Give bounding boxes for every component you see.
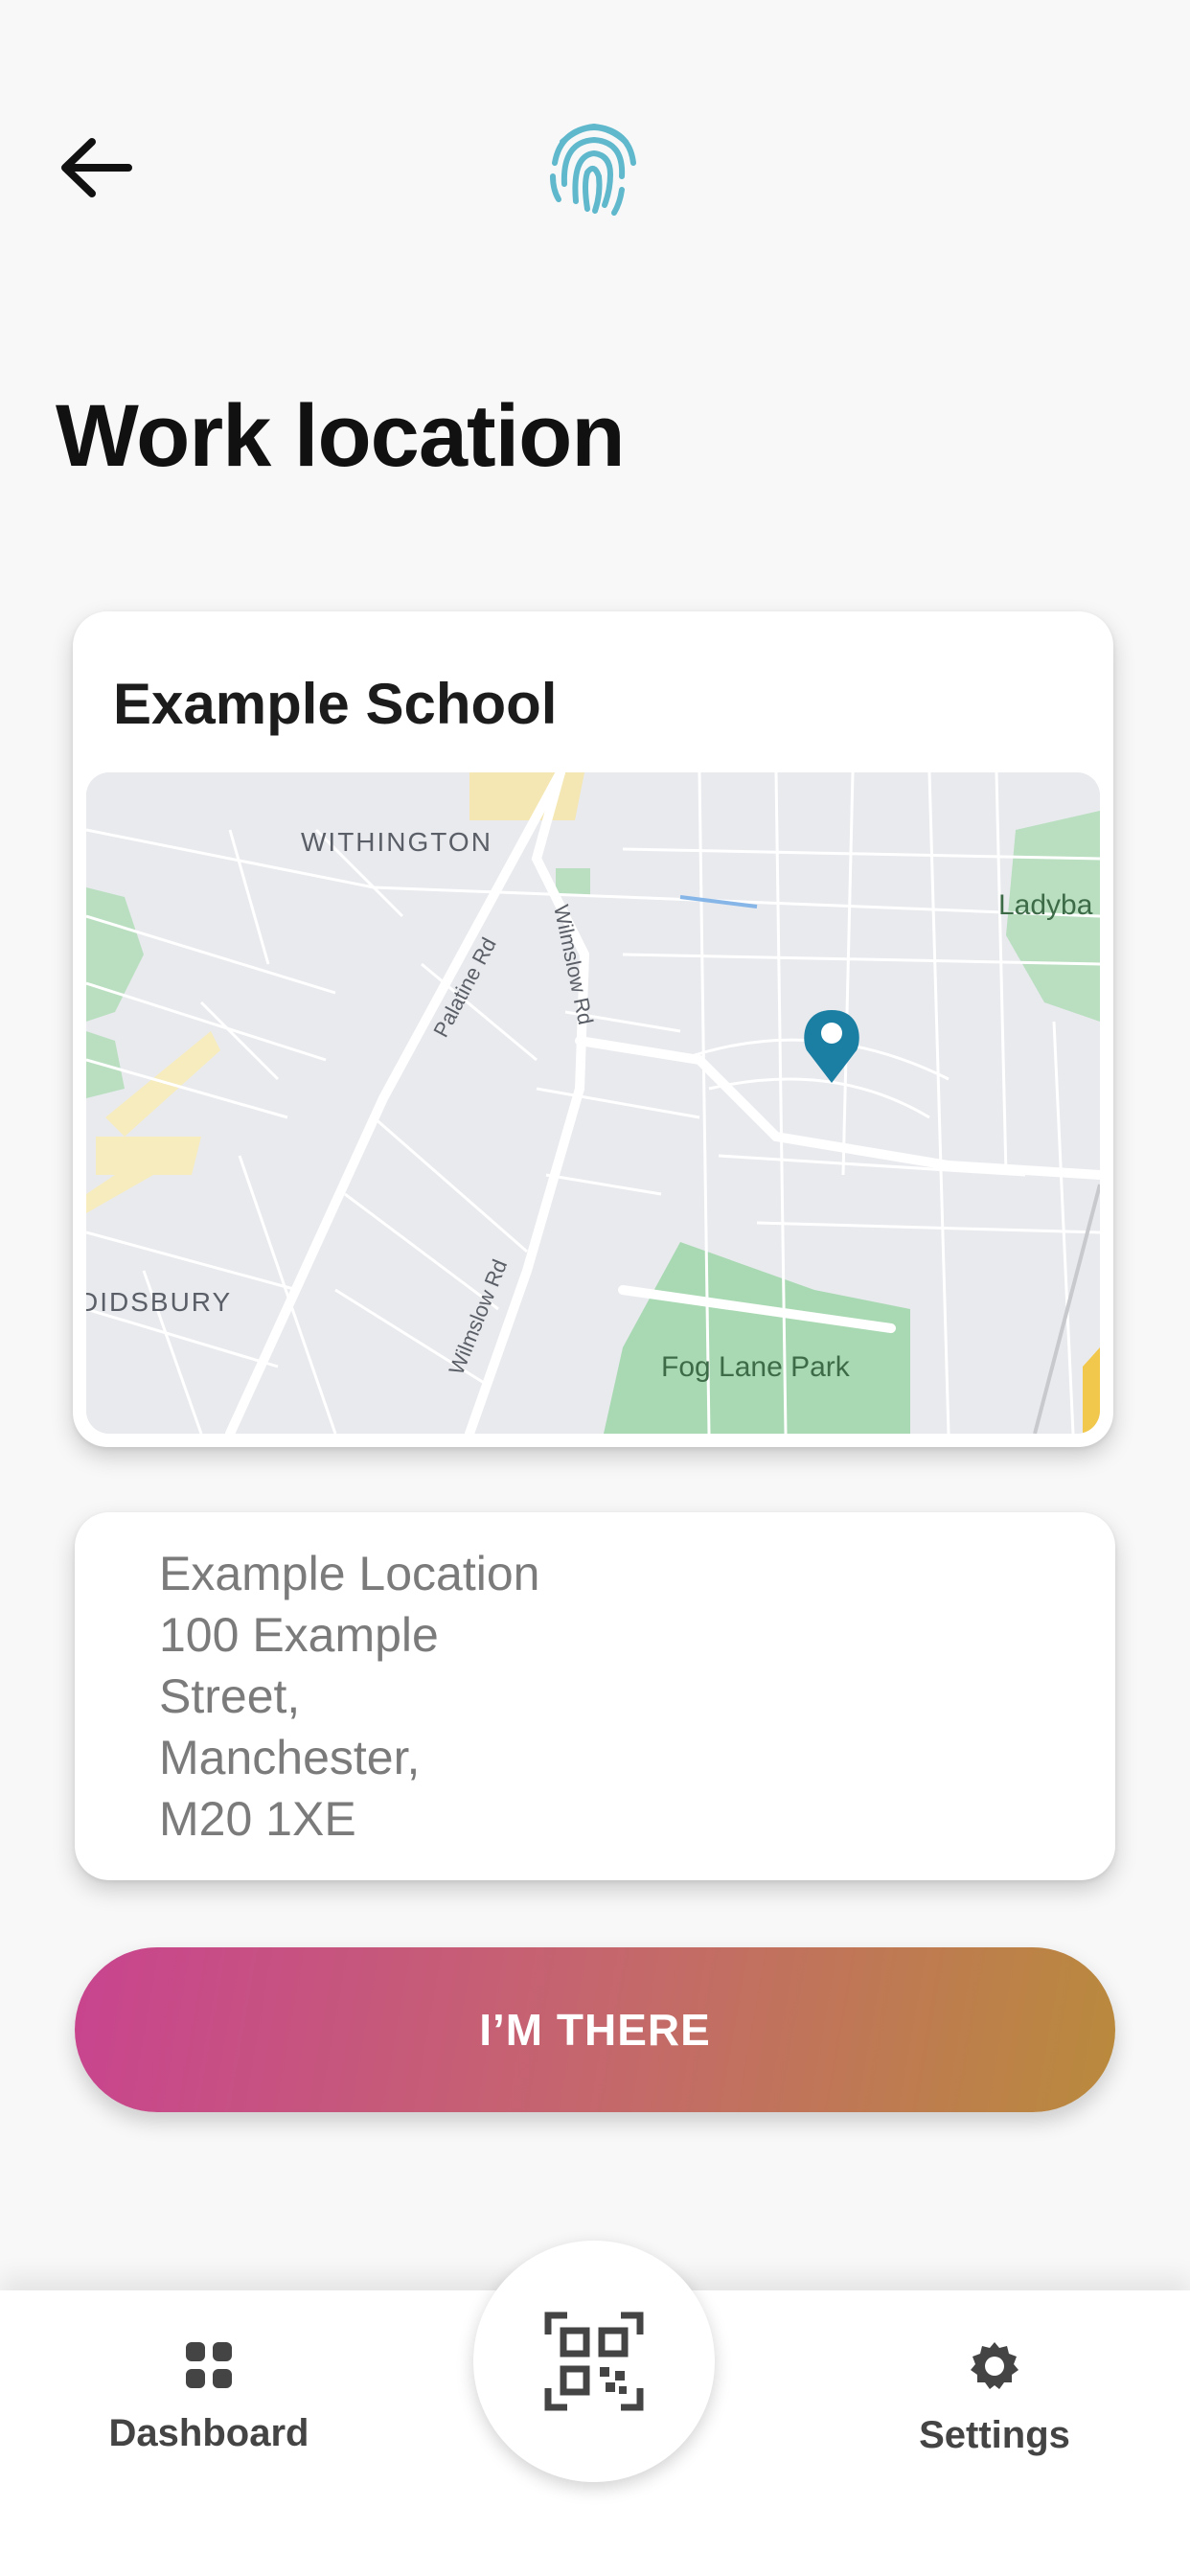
page-title: Work location (56, 387, 626, 485)
address-text: Example Location 100 Example Street, Man… (159, 1543, 539, 1850)
tab-settings[interactable]: Settings (870, 2340, 1119, 2457)
address-line: Manchester, (159, 1731, 421, 1784)
arrow-left-icon (61, 138, 132, 197)
dashboard-icon (186, 2342, 232, 2388)
back-button[interactable] (57, 125, 163, 211)
map-label: DIDSBURY (86, 1287, 232, 1317)
tab-dashboard[interactable]: Dashboard (84, 2340, 333, 2455)
address-line: Street, (159, 1669, 301, 1723)
qr-scan-button[interactable] (473, 2241, 715, 2482)
address-line: 100 Example (159, 1608, 439, 1662)
address-card: Example Location 100 Example Street, Man… (75, 1512, 1115, 1880)
im-there-label: I’M THERE (479, 2005, 711, 2055)
location-card: Example School WITHINGTON DIDSBURY Palat… (73, 611, 1113, 1447)
map-label: WITHINGTON (301, 827, 492, 857)
location-map[interactable]: WITHINGTON DIDSBURY Palatine Rd Wilmslow… (86, 772, 1100, 1434)
map-label: Fog Lane Park (661, 1351, 851, 1383)
address-line: M20 1XE (159, 1792, 356, 1846)
qr-scan-icon (544, 2312, 644, 2411)
fingerprint-logo (541, 113, 647, 218)
gear-icon (971, 2342, 1018, 2389)
tab-dashboard-label: Dashboard (108, 2412, 309, 2454)
location-name: Example School (113, 672, 558, 736)
tab-settings-label: Settings (919, 2414, 1070, 2456)
im-there-button[interactable]: I’M THERE (75, 1947, 1115, 2112)
address-line: Example Location (159, 1547, 540, 1600)
map-label: Ladyba (998, 889, 1093, 921)
fingerprint-icon (550, 123, 636, 216)
